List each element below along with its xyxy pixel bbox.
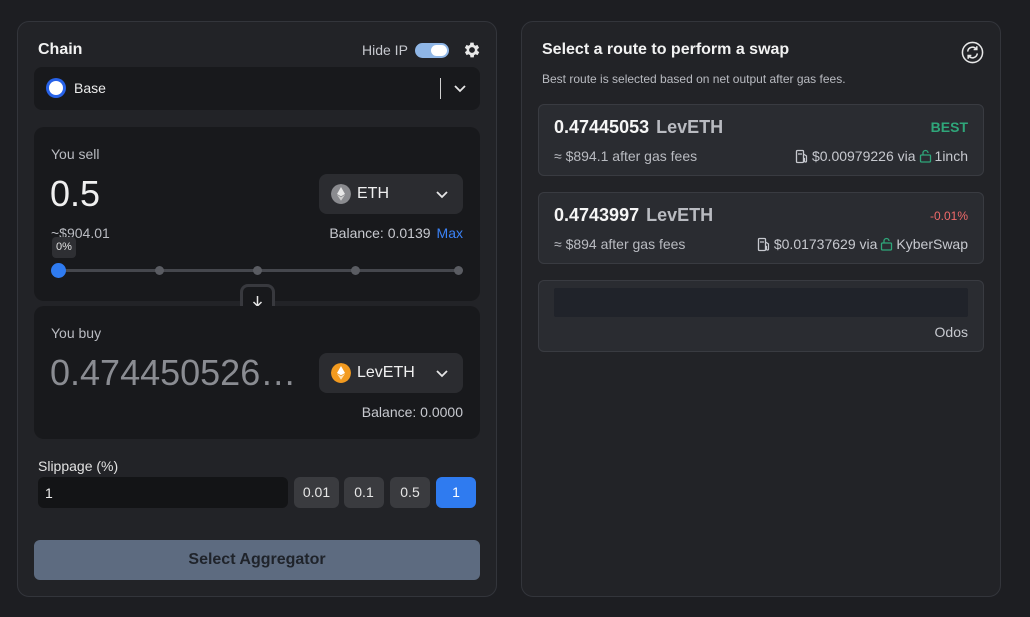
routes-title: Select a route to perform a swap bbox=[542, 41, 790, 58]
route-token: LevETH bbox=[646, 205, 714, 225]
toggle-knob bbox=[431, 45, 447, 56]
best-badge: BEST bbox=[930, 119, 968, 135]
routes-panel: Select a route to perform a swap Best ro… bbox=[521, 21, 1001, 597]
route-aggregator: 1inch bbox=[934, 148, 968, 164]
slippage-option-1[interactable]: 1 bbox=[436, 477, 476, 508]
buy-token-name: LevETH bbox=[357, 364, 415, 381]
route-card[interactable]: 0.47445053 LevETH BEST ≈ $894.1 after ga… bbox=[538, 104, 984, 176]
route-amount: 0.4743997 LevETH bbox=[554, 205, 713, 226]
slippage-label: Slippage (%) bbox=[38, 458, 119, 474]
slider-step-75[interactable] bbox=[351, 266, 360, 275]
base-chain-icon bbox=[46, 78, 66, 98]
slippage-input[interactable] bbox=[38, 477, 288, 508]
gear-icon[interactable] bbox=[462, 40, 482, 60]
chevron-down-icon bbox=[436, 370, 448, 378]
percent-tooltip: 0% bbox=[52, 237, 76, 258]
hide-ip-toggle[interactable] bbox=[415, 43, 449, 58]
route-amount: 0.47445053 LevETH bbox=[554, 117, 723, 138]
chevron-down-icon bbox=[436, 191, 448, 199]
leveth-icon bbox=[331, 363, 351, 383]
unlock-icon bbox=[881, 237, 893, 251]
chevron-down-icon[interactable] bbox=[453, 81, 467, 95]
route-amount-value: 0.47445053 bbox=[554, 117, 650, 137]
routes-subtitle: Best route is selected based on net outp… bbox=[542, 72, 846, 86]
divider bbox=[440, 78, 441, 99]
price-diff-badge: -0.01% bbox=[929, 209, 968, 223]
route-card-loading[interactable]: Odos bbox=[538, 280, 984, 352]
route-gas-cost: $0.01737629 via bbox=[773, 236, 878, 252]
sell-balance-text: Balance: 0.0139 bbox=[329, 225, 431, 241]
slider-step-25[interactable] bbox=[155, 266, 164, 275]
chain-name: Base bbox=[74, 80, 106, 96]
chain-title: Chain bbox=[38, 41, 83, 58]
gas-pump-icon bbox=[795, 149, 808, 163]
buy-box: You buy 0.474450526… LevETH Balance: 0.0… bbox=[34, 306, 480, 439]
slider-step-100[interactable] bbox=[454, 266, 463, 275]
route-amount-value: 0.4743997 bbox=[554, 205, 640, 225]
route-aggregator: Odos bbox=[934, 324, 968, 340]
max-button[interactable]: Max bbox=[437, 225, 463, 241]
slippage-option-0.01[interactable]: 0.01 bbox=[294, 477, 339, 508]
select-aggregator-button[interactable]: Select Aggregator bbox=[34, 540, 480, 580]
route-gas: $0.01737629 via KyberSwap bbox=[757, 236, 968, 252]
swap-panel: Chain Hide IP Base You sell 0.5 ETH ~$90… bbox=[17, 21, 497, 597]
sell-token-name: ETH bbox=[357, 185, 389, 202]
route-card[interactable]: 0.4743997 LevETH -0.01% ≈ $894 after gas… bbox=[538, 192, 984, 264]
route-token: LevETH bbox=[656, 117, 724, 137]
unlock-icon bbox=[919, 149, 931, 163]
percent-slider[interactable] bbox=[51, 263, 463, 278]
hide-ip-label: Hide IP bbox=[362, 42, 408, 58]
slider-thumb[interactable] bbox=[51, 263, 66, 278]
slippage-option-0.5[interactable]: 0.5 bbox=[390, 477, 430, 508]
sell-token-select[interactable]: ETH bbox=[319, 174, 463, 214]
chain-select[interactable]: Base bbox=[34, 67, 480, 110]
slippage-option-0.1[interactable]: 0.1 bbox=[344, 477, 384, 508]
eth-icon bbox=[331, 184, 351, 204]
slider-step-50[interactable] bbox=[253, 266, 262, 275]
route-gas-cost: $0.00979226 via bbox=[811, 148, 916, 164]
route-net-value: ≈ $894.1 after gas fees bbox=[554, 148, 698, 164]
sell-balance: Balance: 0.0139 Max bbox=[329, 225, 463, 241]
gas-pump-icon bbox=[757, 237, 769, 251]
route-net-value: ≈ $894 after gas fees bbox=[554, 236, 686, 252]
route-gas: $0.00979226 via 1inch bbox=[795, 148, 968, 164]
route-aggregator: KyberSwap bbox=[896, 236, 968, 252]
sell-box: You sell 0.5 ETH ~$904.01 Balance: 0.013… bbox=[34, 127, 480, 301]
sell-label: You sell bbox=[51, 146, 100, 162]
buy-token-select[interactable]: LevETH bbox=[319, 353, 463, 393]
buy-balance: Balance: 0.0000 bbox=[361, 404, 463, 420]
buy-amount-output: 0.474450526… bbox=[50, 352, 297, 393]
refresh-icon[interactable] bbox=[961, 41, 984, 64]
sell-amount-input[interactable]: 0.5 bbox=[50, 173, 100, 215]
buy-label: You buy bbox=[51, 325, 102, 341]
loading-skeleton bbox=[554, 288, 968, 317]
